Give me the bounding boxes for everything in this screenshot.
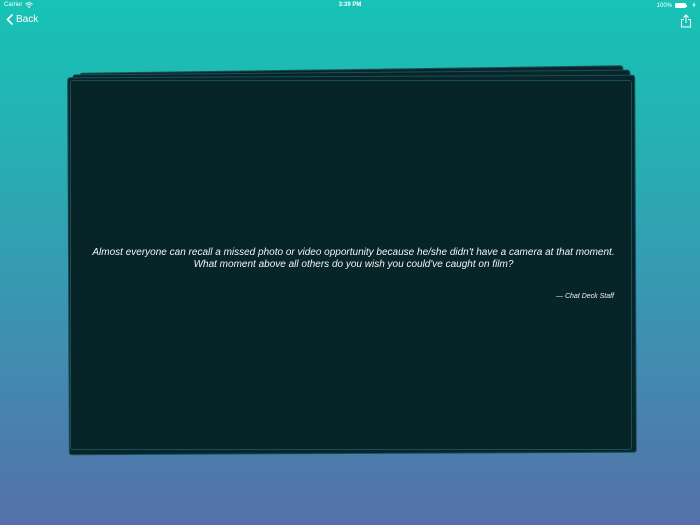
card-deck[interactable]: Almost everyone can recall a missed phot… [62,64,642,456]
back-label: Back [16,14,39,25]
battery-icon [675,3,689,9]
charging-icon [692,2,696,10]
share-button[interactable] [680,14,692,28]
status-time: 3:39 PM [338,2,362,8]
status-right-group: 100% [657,2,696,10]
share-icon [680,14,692,32]
back-button[interactable]: Back [6,14,38,25]
chevron-left-icon [6,14,13,25]
question-card[interactable]: Almost everyone can recall a missed phot… [70,80,632,450]
attribution-text: — Chat Deck Staff [556,293,614,300]
question-text: Almost everyone can recall a missed phot… [92,247,615,270]
status-bar: Carrier 3:39 PM 100% [0,0,700,12]
battery-percentage: 100% [656,3,672,9]
battery-fill [676,4,685,7]
